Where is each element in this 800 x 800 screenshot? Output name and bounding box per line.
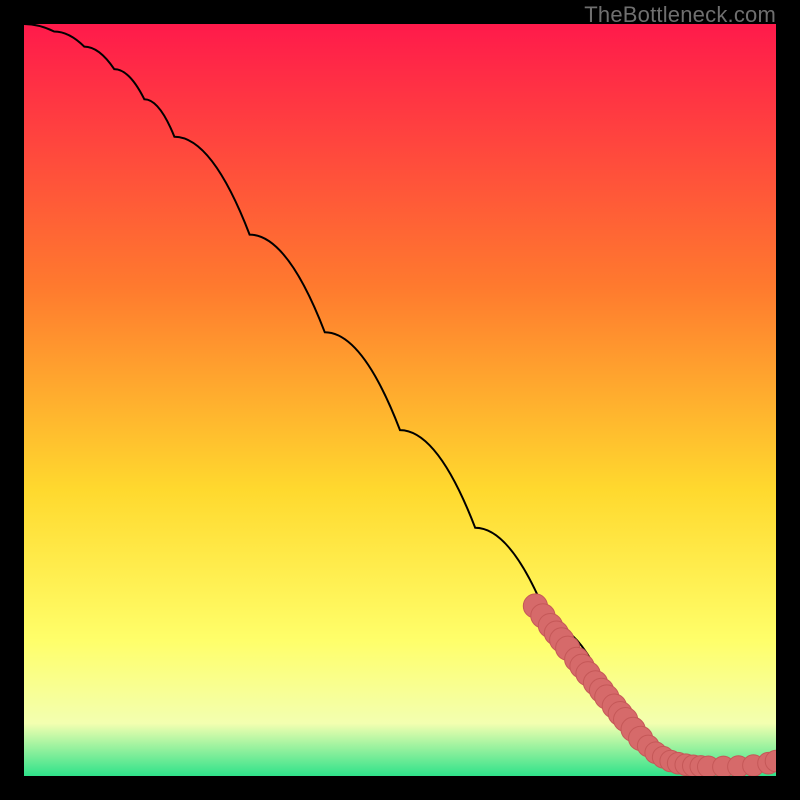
gradient-background [24, 24, 776, 776]
chart-svg [24, 24, 776, 776]
plot-area [24, 24, 776, 776]
chart-stage: TheBottleneck.com [0, 0, 800, 800]
